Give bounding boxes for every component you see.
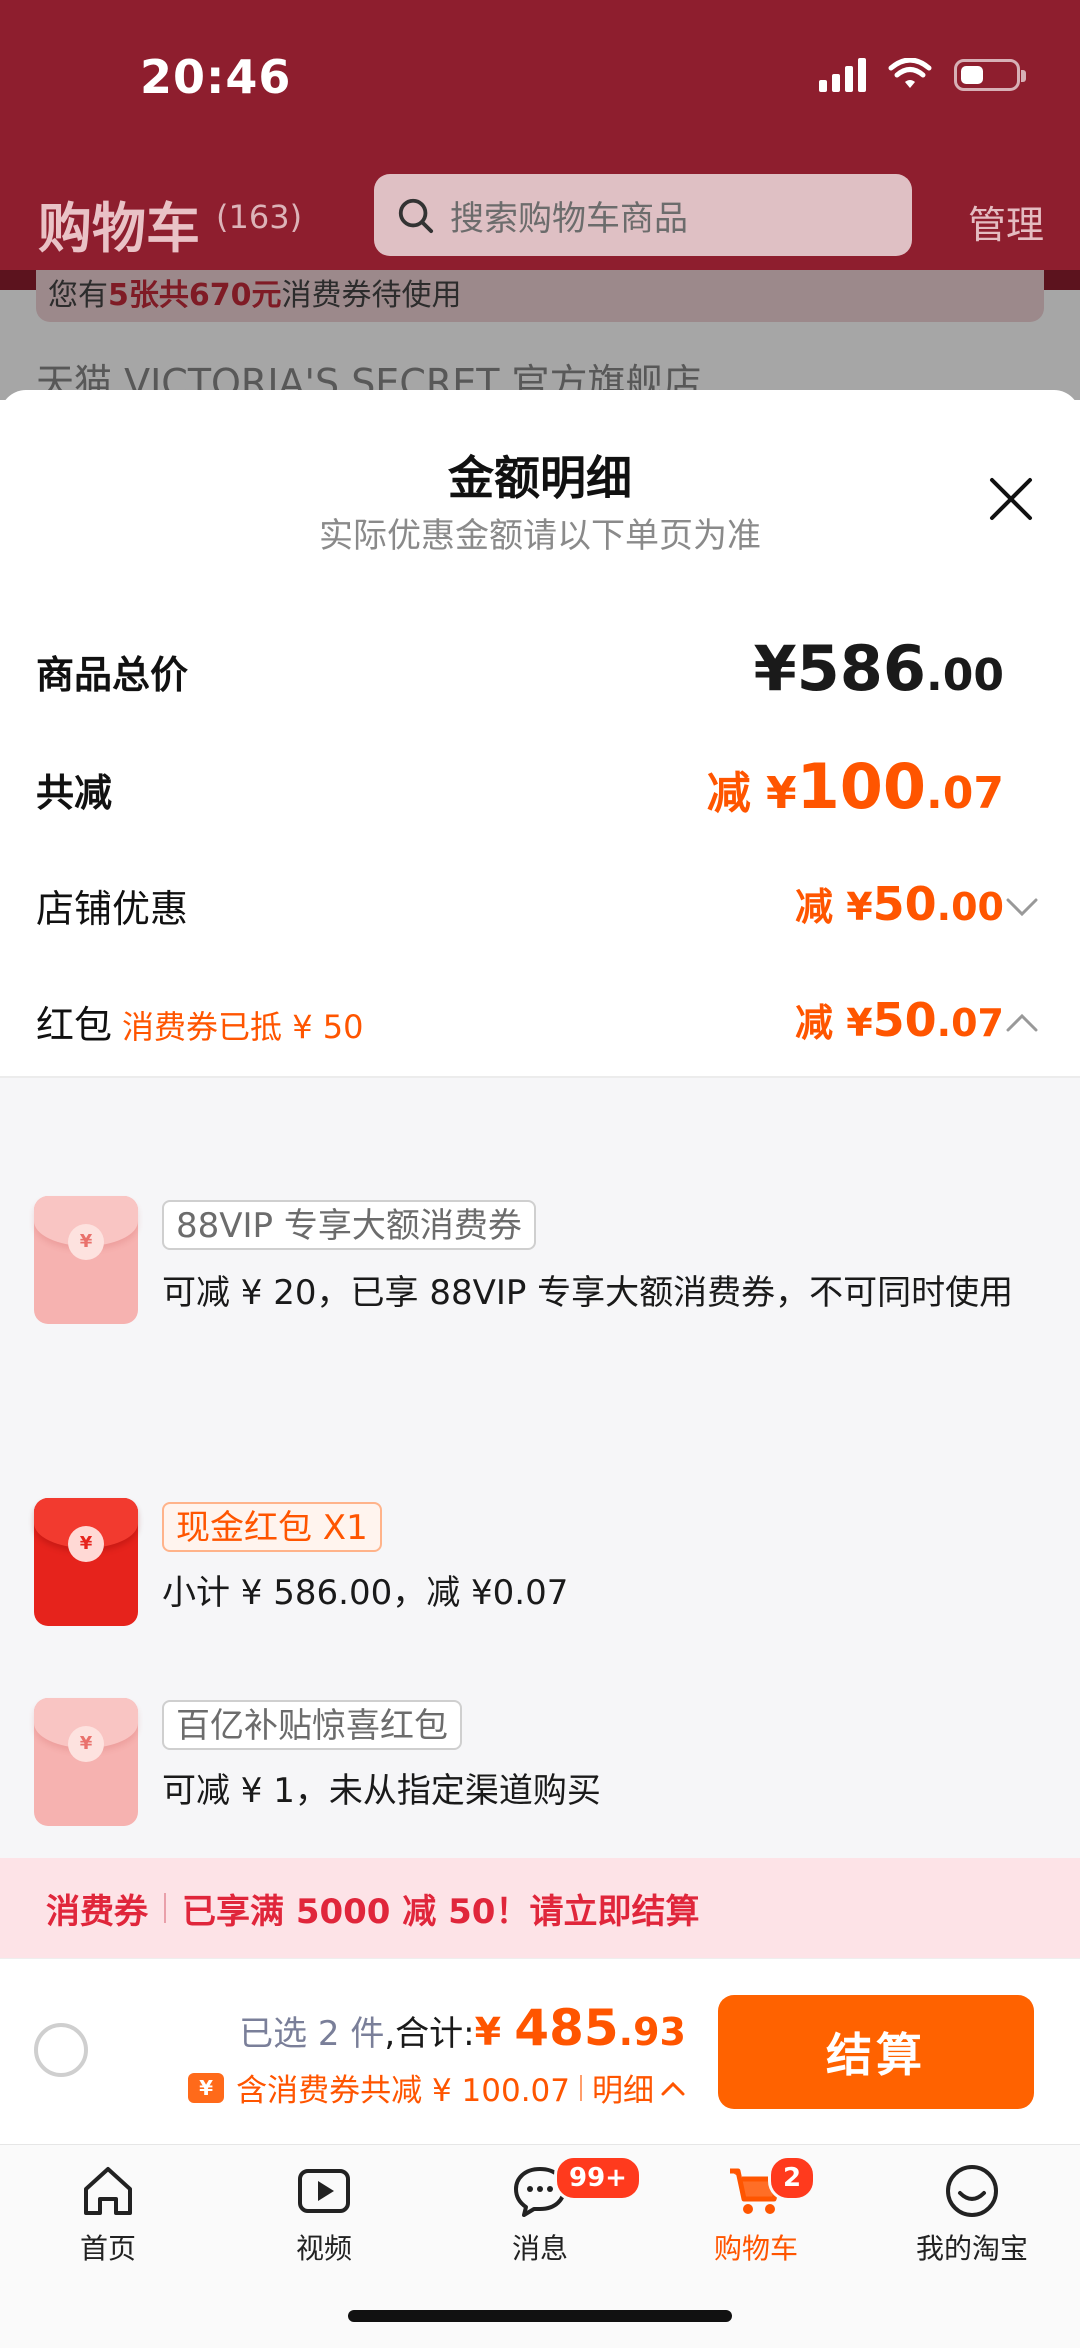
coin-icon: ¥ [68, 1726, 104, 1762]
home-indicator [348, 2310, 732, 2322]
page-title: 购物车 [38, 197, 200, 260]
selected-summary: 已选 2 件,合计:¥ 485.93 [239, 1999, 686, 2057]
select-all-checkbox[interactable] [34, 2023, 88, 2077]
redpacket-value[interactable]: 减 ¥50.07 [795, 992, 1004, 1047]
reduce-int: 100 [796, 750, 927, 823]
coupon-icon: ¥ [188, 2072, 225, 2103]
close-icon[interactable] [986, 474, 1036, 524]
total-currency: ¥ [753, 632, 797, 705]
tab-messages-label: 消息 [511, 2232, 568, 2265]
coupon-desc-cash: 小计 ¥ 586.00，减 ¥0.07 [162, 1573, 569, 1613]
reduce-prefix: 减 ¥ [706, 768, 797, 819]
tab-messages[interactable]: 99+ 消息 [432, 2155, 648, 2267]
tab-video[interactable]: 视频 [216, 2159, 432, 2267]
total-reduce-value: 减 ¥100.07 [707, 750, 1004, 823]
video-icon [298, 2169, 350, 2213]
promo-strip: 消费券 已享满 5000 减 50！请立即结算 [0, 1858, 1080, 1958]
store-discount-value[interactable]: 减 ¥50.00 [795, 876, 1004, 931]
status-icons [819, 58, 1026, 92]
battery-icon [954, 59, 1026, 91]
redpacket-prefix: 减 ¥ [794, 1001, 873, 1045]
profile-icon [946, 2165, 998, 2217]
checkout-bar: 已选 2 件,合计:¥ 485.93 ¥ 含消费券共减 ¥ 100.07 明细 … [0, 1958, 1080, 2145]
search-icon [398, 198, 434, 234]
selected-count: 已选 2 件 [239, 2014, 385, 2054]
store-int: 50 [872, 877, 937, 931]
redpacket-label: 红包 [36, 1003, 113, 1047]
coupon-tag-subsidy: 百亿补贴惊喜红包 [162, 1700, 462, 1750]
discount-text: 含消费券共减 ¥ 100.07 [236, 2073, 570, 2109]
total-price-label: 商品总价 [36, 653, 189, 697]
coupon-desc-88vip: 可减 ¥ 20，已享 88VIP 专享大额消费券，不可同时使用 [162, 1273, 1014, 1313]
tab-home[interactable]: 首页 [0, 2159, 216, 2267]
total-int: 485 [514, 1999, 619, 2057]
checkout-button[interactable]: 结算 [718, 1995, 1034, 2109]
total-dec: .00 [926, 650, 1004, 701]
total-dec: .93 [618, 2010, 686, 2054]
store-prefix: 减 ¥ [794, 885, 873, 929]
redpacket-icon: ¥ [34, 1498, 138, 1626]
redpacket-dec: .07 [936, 1001, 1004, 1045]
discount-summary[interactable]: ¥ 含消费券共减 ¥ 100.07 明细 [188, 2065, 686, 2110]
total-int: 586 [796, 632, 927, 705]
redpacket-int: 50 [872, 993, 937, 1047]
reduce-dec: .07 [926, 768, 1004, 819]
tab-home-label: 首页 [79, 2232, 136, 2265]
wifi-icon [888, 58, 932, 88]
coin-icon: ¥ [68, 1526, 104, 1562]
redpacket-icon: ¥ [34, 1196, 138, 1324]
redpacket-label-row: 红包 消费券已抵 ¥ 50 [36, 994, 363, 1049]
total-currency: ¥ [474, 2010, 515, 2054]
message-badge: 99+ [554, 2155, 642, 2201]
detail-link[interactable]: 明细 [592, 2065, 654, 2110]
search-input[interactable]: 搜索购物车商品 [374, 174, 912, 256]
chevron-up-icon [661, 2081, 685, 2095]
tab-cart[interactable]: 2 购物车 [648, 2155, 864, 2267]
total-reduce-label: 共减 [36, 771, 113, 815]
tab-cart-label: 购物车 [713, 2232, 798, 2265]
cart-badge: 2 [768, 2155, 817, 2201]
redpacket-note: 消费券已抵 ¥ 50 [122, 1008, 364, 1046]
status-time: 20:46 [140, 50, 292, 104]
coin-icon: ¥ [68, 1224, 104, 1260]
search-placeholder: 搜索购物车商品 [450, 198, 688, 239]
home-icon [84, 2167, 132, 2215]
store-dec: .00 [936, 885, 1004, 929]
promo-text: 已享满 5000 减 50！请立即结算 [182, 1891, 700, 1932]
coupon-desc-subsidy: 可减 ¥ 1，未从指定渠道购买 [162, 1771, 601, 1811]
tab-profile-label: 我的淘宝 [915, 2232, 1028, 2265]
overlay-dim[interactable] [0, 270, 1080, 400]
promo-label: 消费券 [46, 1891, 148, 1932]
chevron-down-icon[interactable] [1004, 896, 1040, 920]
top-header: 20:46 购物车 (163) 搜索购物车商品 管理 [0, 0, 1080, 290]
cart-count: (163) [216, 198, 303, 236]
coupon-tag-cash[interactable]: 现金红包 X1 [162, 1502, 382, 1552]
tab-video-label: 视频 [295, 2232, 352, 2265]
manage-button[interactable]: 管理 [968, 194, 1044, 249]
total-price-value: ¥586.00 [753, 632, 1004, 705]
cellular-signal-icon [819, 58, 866, 92]
total-label: ,合计: [384, 2014, 475, 2054]
redpacket-icon: ¥ [34, 1698, 138, 1826]
sheet-title: 金额明细 [448, 451, 632, 505]
tab-profile[interactable]: 我的淘宝 [864, 2159, 1080, 2267]
chevron-up-icon[interactable] [1004, 1010, 1040, 1034]
sheet-subtitle: 实际优惠金额请以下单页为准 [319, 516, 761, 556]
coupon-tag-88vip: 88VIP 专享大额消费券 [162, 1200, 536, 1250]
store-discount-label: 店铺优惠 [36, 887, 189, 931]
